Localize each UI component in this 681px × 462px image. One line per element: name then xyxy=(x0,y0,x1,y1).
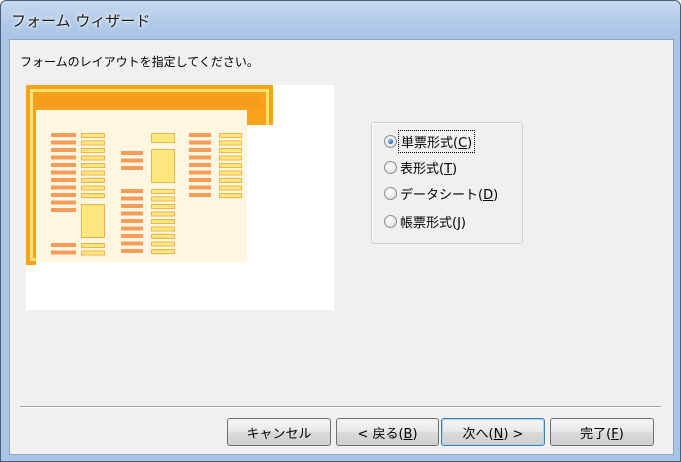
preview-label xyxy=(51,163,76,167)
button-separator xyxy=(20,406,661,408)
preview-label xyxy=(121,249,143,253)
preview-field xyxy=(151,241,175,247)
preview-field xyxy=(151,189,175,194)
preview-label xyxy=(121,204,143,208)
preview-label xyxy=(51,155,76,160)
preview-field xyxy=(81,193,105,198)
preview-field xyxy=(219,178,242,183)
preview-field xyxy=(81,140,105,146)
preview-field xyxy=(151,226,175,232)
wizard-content: フォームのレイアウトを指定してください。 単票形式(C) 表形式(T) データシ… xyxy=(9,39,674,455)
radio-single-form[interactable] xyxy=(384,134,397,148)
preview-label xyxy=(51,170,76,175)
preview-label xyxy=(51,193,76,197)
preview-field xyxy=(81,148,105,153)
preview-field xyxy=(219,155,242,161)
preview-field xyxy=(81,170,105,176)
preview-label xyxy=(121,211,143,216)
preview-header-bar xyxy=(36,95,261,107)
preview-field xyxy=(81,250,105,256)
preview-field xyxy=(219,133,242,138)
preview-field xyxy=(151,133,175,143)
preview-field xyxy=(219,170,242,176)
preview-label xyxy=(189,148,211,152)
preview-label xyxy=(51,208,76,212)
preview-label xyxy=(121,219,143,223)
title-bar[interactable]: フォーム ウィザード xyxy=(1,1,680,39)
preview-label xyxy=(51,133,76,137)
option-single-form[interactable]: 単票形式(C) xyxy=(384,129,476,153)
preview-field xyxy=(81,243,105,248)
preview-label xyxy=(121,241,143,246)
option-datasheet-label: データシート(D) xyxy=(400,187,499,203)
preview-field xyxy=(81,185,105,191)
preview-field xyxy=(219,148,242,153)
preview-field xyxy=(81,178,105,183)
preview-label xyxy=(189,155,211,160)
preview-field xyxy=(151,219,175,224)
layout-options-group: 単票形式(C) 表形式(T) データシート(D) 帳票形式(J) xyxy=(371,122,523,244)
radio-justified[interactable] xyxy=(384,214,397,228)
preview-label xyxy=(189,178,211,182)
option-tabular-label: 表形式(T) xyxy=(400,161,458,177)
preview-label xyxy=(121,189,143,193)
preview-label xyxy=(121,226,143,231)
back-button-label: < 戻る(B) xyxy=(357,426,418,442)
preview-field xyxy=(151,204,175,209)
finish-button-label: 完了(F) xyxy=(580,426,624,442)
preview-field xyxy=(81,163,105,168)
preview-label xyxy=(121,196,143,201)
layout-preview-illustration xyxy=(26,85,334,310)
next-button[interactable]: 次へ(N) > xyxy=(441,418,545,446)
preview-label xyxy=(121,234,143,238)
preview-label xyxy=(189,140,211,145)
finish-button[interactable]: 完了(F) xyxy=(550,418,654,446)
window-title: フォーム ウィザード xyxy=(11,12,151,30)
preview-label xyxy=(189,133,211,137)
preview-label xyxy=(51,148,76,152)
preview-field xyxy=(219,163,242,168)
preview-field xyxy=(219,140,242,146)
preview-label xyxy=(189,185,211,190)
next-button-label: 次へ(N) > xyxy=(462,426,524,442)
preview-label xyxy=(51,185,76,190)
preview-field xyxy=(151,211,175,217)
cancel-button[interactable]: キャンセル xyxy=(227,418,331,446)
preview-label xyxy=(189,170,211,175)
preview-overlap xyxy=(247,125,334,310)
preview-label xyxy=(51,200,76,205)
option-justified[interactable]: 帳票形式(J) xyxy=(384,211,466,231)
form-wizard-window: フォーム ウィザード フォームのレイアウトを指定してください。 単票形式(C) xyxy=(0,0,681,462)
preview-field xyxy=(151,234,175,239)
back-button[interactable]: < 戻る(B) xyxy=(336,418,439,446)
preview-field-large xyxy=(151,149,175,183)
preview-label xyxy=(51,243,76,247)
layout-preview xyxy=(26,85,334,310)
radio-tabular[interactable] xyxy=(384,160,397,174)
preview-label xyxy=(51,250,76,255)
preview-field xyxy=(81,133,105,138)
preview-label xyxy=(121,166,143,170)
preview-field xyxy=(219,185,242,191)
preview-field xyxy=(151,249,175,254)
option-justified-label: 帳票形式(J) xyxy=(400,215,466,231)
preview-overlap-bottom xyxy=(36,262,247,310)
preview-label xyxy=(121,151,143,155)
preview-field xyxy=(151,196,175,202)
option-single-form-label: 単票形式(C) xyxy=(397,129,476,153)
preview-label xyxy=(51,140,76,145)
preview-label xyxy=(189,163,211,167)
instruction-text: フォームのレイアウトを指定してください。 xyxy=(20,55,259,69)
option-datasheet[interactable]: データシート(D) xyxy=(384,183,498,203)
preview-field xyxy=(81,155,105,161)
preview-field xyxy=(219,193,242,198)
preview-label xyxy=(121,158,143,163)
option-tabular[interactable]: 表形式(T) xyxy=(384,157,457,177)
radio-datasheet[interactable] xyxy=(384,186,397,200)
cancel-button-label: キャンセル xyxy=(246,426,312,442)
preview-field-large xyxy=(81,204,105,238)
preview-label xyxy=(189,193,211,197)
preview-label xyxy=(51,178,76,182)
